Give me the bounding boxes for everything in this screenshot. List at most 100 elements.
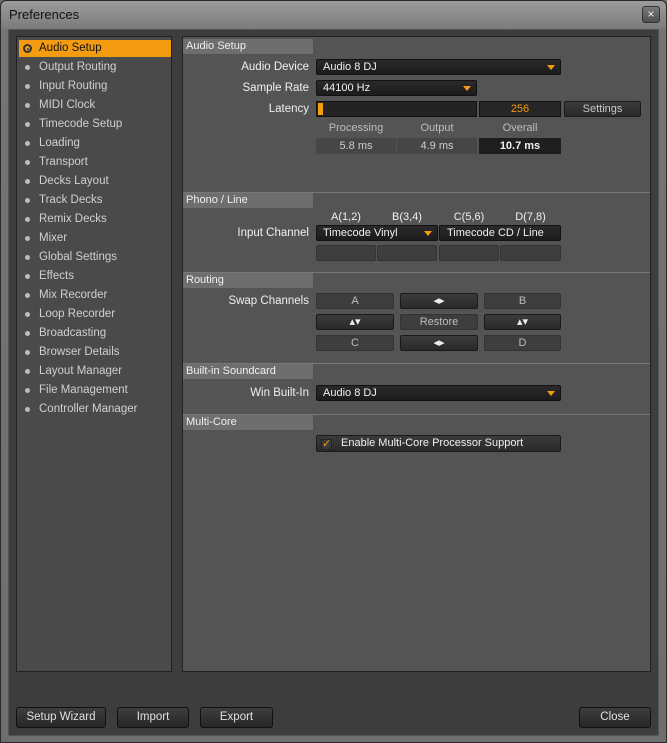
multi-core-toggle[interactable]: ✓ Enable Multi-Core Processor Support <box>316 435 561 452</box>
sidebar-item-transport[interactable]: Transport <box>19 154 171 171</box>
sidebar-item-label: Audio Setup <box>39 42 102 54</box>
bullet-icon <box>25 141 30 146</box>
bullet-icon <box>25 179 30 184</box>
latency-slider[interactable] <box>316 101 477 117</box>
export-button[interactable]: Export <box>200 707 273 728</box>
sample-rate-label: Sample Rate <box>242 82 309 94</box>
win-built-in-dropdown[interactable]: Audio 8 DJ <box>316 385 561 401</box>
check-icon: ✓ <box>321 438 332 450</box>
input-level-b <box>377 245 437 261</box>
bullet-icon <box>25 255 30 260</box>
swap-cd-button[interactable]: ◂▸ <box>400 335 478 351</box>
sample-rate-dropdown[interactable]: 44100 Hz <box>316 80 477 96</box>
audio-device-label: Audio Device <box>241 61 309 73</box>
input-channel-cd-value: Timecode CD / Line <box>447 227 544 239</box>
channel-d-button: D <box>484 335 561 351</box>
processing-value: 5.8 ms <box>316 138 396 154</box>
sidebar-item-mixer[interactable]: Mixer <box>19 230 171 247</box>
section-routing: Routing <box>183 272 650 288</box>
sidebar-item-controller-manager[interactable]: Controller Manager <box>19 401 171 418</box>
audio-device-dropdown[interactable]: Audio 8 DJ <box>316 59 561 75</box>
win-built-in-value: Audio 8 DJ <box>323 387 377 399</box>
section-audio-setup: Audio Setup <box>183 39 650 55</box>
section-built-in-soundcard: Built-in Soundcard <box>183 363 650 379</box>
sidebar-item-broadcasting[interactable]: Broadcasting <box>19 325 171 342</box>
sidebar-item-label: Mix Recorder <box>39 289 108 301</box>
preferences-sidebar: Audio Setup Output Routing Input Routing MI… <box>16 36 172 672</box>
sidebar-item-midi-clock[interactable]: MIDI Clock <box>19 97 171 114</box>
sidebar-item-label: Output Routing <box>39 61 117 73</box>
sidebar-item-effects[interactable]: Effects <box>19 268 171 285</box>
sidebar-item-label: Mixer <box>39 232 68 244</box>
section-title: Built-in Soundcard <box>183 364 313 379</box>
sidebar-item-decks-layout[interactable]: Decks Layout <box>19 173 171 190</box>
radio-selected-icon <box>23 44 32 53</box>
latency-settings-button[interactable]: Settings <box>564 101 641 117</box>
settings-panel: Audio Setup Audio Device Audio 8 DJ Samp… <box>182 36 651 672</box>
bullet-icon <box>25 331 30 336</box>
input-channel-ab-dropdown[interactable]: Timecode Vinyl <box>316 225 438 241</box>
sidebar-item-label: MIDI Clock <box>39 99 96 111</box>
sidebar-item-loop-recorder[interactable]: Loop Recorder <box>19 306 171 323</box>
channel-b-button: B <box>484 293 561 309</box>
bullet-icon <box>25 312 30 317</box>
bullet-icon <box>25 122 30 127</box>
sidebar-item-label: Transport <box>39 156 88 168</box>
sidebar-item-output-routing[interactable]: Output Routing <box>19 59 171 76</box>
bullet-icon <box>25 407 30 412</box>
chevron-down-icon <box>547 65 555 70</box>
channel-d-header: D(7,8) <box>515 211 546 223</box>
swap-ac-button[interactable]: ▴▾ <box>316 314 394 330</box>
sidebar-item-mix-recorder[interactable]: Mix Recorder <box>19 287 171 304</box>
sidebar-item-browser-details[interactable]: Browser Details <box>19 344 171 361</box>
sidebar-item-label: Remix Decks <box>39 213 107 225</box>
swap-bd-button[interactable]: ▴▾ <box>484 314 561 330</box>
section-phono-line: Phono / Line <box>183 192 650 208</box>
sidebar-item-global-settings[interactable]: Global Settings <box>19 249 171 266</box>
section-title: Routing <box>183 273 313 288</box>
sidebar-item-label: Browser Details <box>39 346 120 358</box>
sidebar-item-file-management[interactable]: File Management <box>19 382 171 399</box>
bullet-icon <box>25 274 30 279</box>
sidebar-item-label: Track Decks <box>39 194 103 206</box>
window-close-button[interactable]: × <box>642 6 660 23</box>
sidebar-item-remix-decks[interactable]: Remix Decks <box>19 211 171 228</box>
channel-b-header: B(3,4) <box>392 211 422 223</box>
sidebar-item-label: Effects <box>39 270 74 282</box>
sidebar-item-label: Layout Manager <box>39 365 123 377</box>
sidebar-item-track-decks[interactable]: Track Decks <box>19 192 171 209</box>
title-bar: Preferences × <box>1 1 666 29</box>
restore-button[interactable]: Restore <box>400 314 478 330</box>
bullet-icon <box>25 350 30 355</box>
sidebar-item-input-routing[interactable]: Input Routing <box>19 78 171 95</box>
bullet-icon <box>25 369 30 374</box>
input-level-c <box>439 245 499 261</box>
input-channel-ab-value: Timecode Vinyl <box>323 227 398 239</box>
sidebar-item-label: Loop Recorder <box>39 308 116 320</box>
import-button[interactable]: Import <box>117 707 189 728</box>
bullet-icon <box>25 198 30 203</box>
processing-label: Processing <box>328 122 384 134</box>
bullet-icon <box>25 217 30 222</box>
channel-a-header: A(1,2) <box>331 211 361 223</box>
setup-wizard-button[interactable]: Setup Wizard <box>16 707 106 728</box>
channel-a-button: A <box>316 293 394 309</box>
section-title: Phono / Line <box>183 193 313 208</box>
audio-device-value: Audio 8 DJ <box>323 61 377 73</box>
sidebar-item-layout-manager[interactable]: Layout Manager <box>19 363 171 380</box>
sidebar-item-timecode-setup[interactable]: Timecode Setup <box>19 116 171 133</box>
input-channel-cd-dropdown[interactable]: Timecode CD / Line <box>439 225 561 241</box>
input-level-a <box>316 245 376 261</box>
bullet-icon <box>25 293 30 298</box>
sidebar-item-loading[interactable]: Loading <box>19 135 171 152</box>
swap-channels-label: Swap Channels <box>228 295 309 307</box>
sample-rate-value: 44100 Hz <box>323 82 371 94</box>
sidebar-item-label: Loading <box>39 137 80 149</box>
sidebar-item-label: Timecode Setup <box>39 118 123 130</box>
sidebar-item-audio-setup[interactable]: Audio Setup <box>19 40 171 57</box>
window-title: Preferences <box>9 7 80 22</box>
swap-ab-button[interactable]: ◂▸ <box>400 293 478 309</box>
latency-label: Latency <box>268 103 309 115</box>
close-button[interactable]: Close <box>579 707 651 728</box>
section-title: Audio Setup <box>183 39 313 54</box>
